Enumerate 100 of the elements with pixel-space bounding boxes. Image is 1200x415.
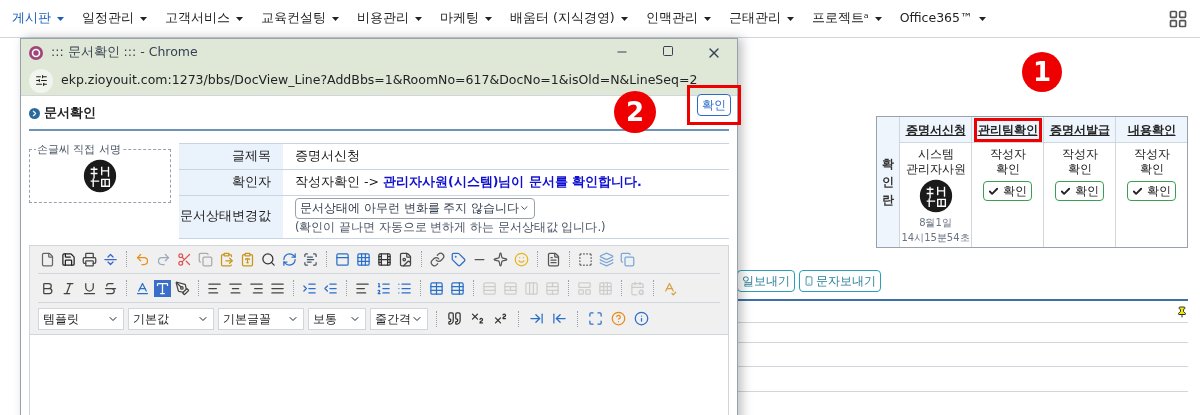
outdent-icon[interactable] bbox=[323, 280, 338, 296]
maximize-icon[interactable] bbox=[662, 44, 674, 57]
check-icon bbox=[1132, 185, 1143, 197]
anchor-icon[interactable] bbox=[451, 251, 466, 267]
approver-text: 작성자 bbox=[1133, 147, 1170, 162]
special-character-icon[interactable] bbox=[493, 251, 508, 267]
nav-menu-item[interactable]: 게시판 bbox=[12, 9, 64, 28]
print-icon[interactable] bbox=[82, 251, 97, 267]
select-all-icon[interactable] bbox=[303, 251, 318, 267]
phone-icon bbox=[804, 276, 814, 286]
bullet-list-icon[interactable] bbox=[397, 280, 412, 296]
section-heading: 문서확인 bbox=[44, 103, 96, 122]
subscript-icon[interactable] bbox=[470, 311, 485, 327]
page-break-icon[interactable] bbox=[103, 251, 118, 267]
frame-icon[interactable] bbox=[578, 251, 593, 267]
strikethrough-icon[interactable] bbox=[103, 280, 118, 296]
send-button[interactable]: 일보내기 bbox=[737, 270, 795, 292]
field-label: 글제목 bbox=[179, 144, 283, 169]
quote-icon[interactable] bbox=[447, 311, 462, 327]
field-value: 작성자확인 -> bbox=[295, 172, 379, 191]
bold-icon[interactable] bbox=[40, 280, 55, 296]
indent-icon[interactable] bbox=[302, 280, 317, 296]
replace-icon[interactable] bbox=[282, 251, 297, 267]
nav-menu-item[interactable]: 근태관리 bbox=[728, 9, 794, 28]
url-text[interactable]: ekp.zioyouit.com:1273/bbs/DocView_Line?AddBbs=1&RoomNo=617&DocNo=1&isOld=N&LineSeq=2 bbox=[61, 71, 698, 90]
editor-dropdown[interactable]: 줄간격 bbox=[370, 307, 428, 330]
media-icon[interactable] bbox=[377, 251, 392, 267]
nav-menu-item[interactable]: 일정관리 bbox=[82, 9, 147, 28]
approver-text: 확인 bbox=[1139, 162, 1164, 177]
align-center-icon[interactable] bbox=[228, 280, 243, 296]
seal-stamp-icon bbox=[918, 179, 953, 213]
editor-dropdown[interactable]: 보통 bbox=[308, 307, 366, 330]
save-icon[interactable] bbox=[61, 251, 76, 267]
caret-icon bbox=[874, 16, 882, 21]
caret-icon bbox=[332, 16, 339, 21]
caret-icon bbox=[140, 16, 147, 21]
italic-icon[interactable] bbox=[61, 280, 76, 296]
confirm-button[interactable]: 확인 bbox=[697, 94, 731, 116]
caret-icon bbox=[485, 16, 492, 21]
site-settings-icon[interactable] bbox=[29, 68, 53, 93]
caret-icon bbox=[620, 16, 628, 21]
info-icon[interactable] bbox=[634, 311, 649, 327]
field-value: 증명서신청 bbox=[295, 147, 360, 165]
nav-menu-item[interactable]: 교육컨설팅 bbox=[261, 9, 339, 28]
apps-grid-icon[interactable] bbox=[1168, 8, 1188, 29]
caret-icon bbox=[703, 16, 711, 21]
justify-icon[interactable] bbox=[270, 280, 285, 296]
nav-menu-item[interactable]: 고객서비스 bbox=[165, 9, 243, 28]
nav-menu-item[interactable]: Office365™ bbox=[899, 9, 986, 28]
nav-menu-item[interactable]: 배움터 (지식경영) bbox=[510, 9, 628, 28]
paste-text-icon[interactable] bbox=[240, 251, 255, 267]
table-icon[interactable] bbox=[429, 280, 444, 296]
align-left-icon[interactable] bbox=[207, 280, 222, 296]
approve-button[interactable]: 확인 bbox=[1127, 181, 1176, 201]
new-page-icon[interactable] bbox=[40, 251, 55, 267]
help-icon[interactable] bbox=[611, 311, 626, 327]
caret-icon bbox=[415, 16, 422, 21]
step-badge: 2 bbox=[614, 91, 656, 133]
approver-text: 확인 bbox=[995, 162, 1020, 177]
nav-menu-item[interactable]: 비용관리 bbox=[357, 9, 422, 28]
approve-button[interactable]: 확인 bbox=[1055, 181, 1104, 201]
superscript-icon[interactable] bbox=[493, 311, 508, 327]
check-icon bbox=[988, 185, 999, 197]
status-dropdown[interactable]: 문서상태에 아무런 변화를 주지 않습니다 bbox=[295, 197, 535, 219]
nav-menu-item[interactable]: 프로젝트ᵃ bbox=[811, 9, 882, 28]
highlight-icon[interactable] bbox=[155, 280, 170, 296]
nav-menu-item[interactable]: 마케팅 bbox=[440, 9, 492, 28]
numbered-list-icon[interactable] bbox=[376, 280, 391, 296]
underline-icon[interactable] bbox=[82, 280, 97, 296]
editor-dropdown[interactable]: 템플릿 bbox=[38, 307, 124, 330]
table-properties-icon[interactable] bbox=[450, 280, 465, 296]
approve-button[interactable]: 확인 bbox=[983, 181, 1032, 201]
layer-back-icon[interactable] bbox=[620, 251, 635, 267]
search-icon[interactable] bbox=[261, 251, 276, 267]
caret-icon bbox=[786, 16, 794, 21]
approval-time: 14시15분54초 bbox=[901, 231, 970, 245]
field-note: (확인이 끝나면 자동으로 변하게 하는 문서상태값 입니다.) bbox=[295, 218, 606, 236]
template-icon[interactable] bbox=[546, 251, 561, 267]
editor-dropdown[interactable]: 기본값 bbox=[128, 307, 214, 330]
cut-icon[interactable] bbox=[177, 251, 192, 267]
nav-menu-item[interactable]: 인맥관리 bbox=[645, 9, 711, 28]
layer-front-icon[interactable] bbox=[599, 251, 614, 267]
fullscreen-icon[interactable] bbox=[588, 311, 603, 327]
bullet-arrow-icon bbox=[29, 107, 40, 119]
editor-dropdown[interactable]: 기본글꼴 bbox=[218, 307, 304, 330]
approver-text: 확인 bbox=[1067, 162, 1092, 177]
approval-date: 8월1일 bbox=[919, 216, 952, 230]
field-label: 문서상태변경값 bbox=[179, 195, 283, 238]
align-right-icon[interactable] bbox=[249, 280, 264, 296]
paste-icon[interactable] bbox=[219, 251, 234, 267]
caret-icon bbox=[57, 16, 64, 21]
link-icon[interactable] bbox=[430, 251, 445, 267]
caret-icon bbox=[978, 16, 986, 21]
spell-check-icon[interactable] bbox=[662, 280, 677, 296]
approver-text: 관리자사원 bbox=[905, 162, 966, 177]
seal-stamp-icon bbox=[83, 159, 117, 193]
check-icon bbox=[1060, 185, 1071, 197]
approval-step-heading[interactable]: 관리팀확인 bbox=[973, 117, 1042, 142]
send-button[interactable]: 문자보내기 bbox=[799, 270, 881, 292]
font-color-icon[interactable] bbox=[135, 280, 150, 296]
